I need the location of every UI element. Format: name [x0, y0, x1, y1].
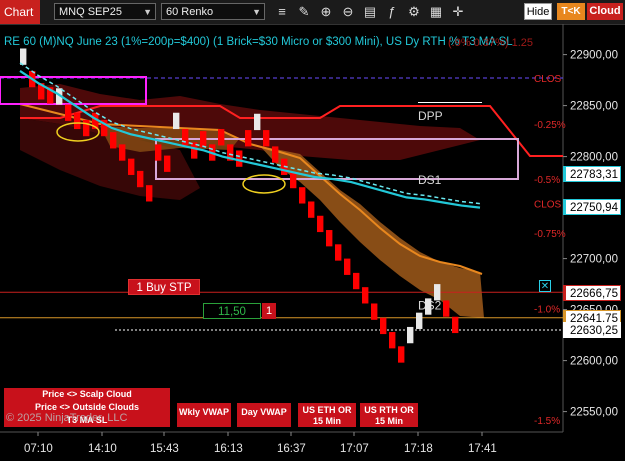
renko-brick	[425, 298, 432, 315]
x-tick-label: 17:18	[404, 443, 433, 455]
renko-brick	[326, 230, 333, 247]
renko-brick	[254, 113, 261, 131]
renko-brick	[182, 129, 189, 146]
renko-brick	[308, 201, 315, 218]
renko-brick	[128, 158, 135, 175]
x-tick-label: 17:41	[468, 443, 497, 455]
level-label: -0.25%	[534, 120, 566, 131]
level-label: -0.75%	[534, 229, 566, 240]
renko-brick	[137, 170, 144, 188]
renko-brick	[452, 316, 459, 334]
price-tag: 22750,94	[563, 198, 621, 215]
order-buy-stop-label[interactable]: 1 Buy STP	[128, 279, 200, 295]
y-tick-label: 22550,00	[570, 407, 618, 419]
price-tag: 22666,75	[563, 284, 621, 301]
level-label: -0.5%	[534, 175, 560, 186]
y-tick-label: 22900,00	[570, 50, 618, 62]
renko-brick	[20, 48, 27, 65]
wkly-vwap-button[interactable]: Wkly VWAP	[177, 403, 231, 427]
renko-brick	[119, 144, 126, 161]
order-close-icon[interactable]: ✕	[539, 280, 551, 292]
renko-brick	[245, 130, 252, 147]
renko-brick	[353, 272, 360, 290]
renko-brick	[371, 303, 378, 320]
x-tick-label: 17:07	[340, 443, 369, 455]
y-tick-label: 22800,00	[570, 152, 618, 164]
renko-brick	[299, 187, 306, 204]
us-rth-or-button[interactable]: US RTH OR 15 Min	[360, 403, 418, 427]
level-labels: CLOS -0.25% -0.5% CLOS -0.75% -1.0% -1.5%	[534, 74, 566, 427]
renko-brick	[407, 326, 414, 344]
renko-brick	[155, 144, 162, 161]
x-axis-ticks: 07:10 14:10 15:43 16:13 16:37 17:07 17:18 17:41	[24, 432, 497, 455]
renko-brick	[380, 317, 387, 335]
renko-brick	[236, 150, 243, 167]
renko-brick	[200, 131, 207, 148]
renko-brick	[74, 112, 81, 130]
level-label: -1.0%	[534, 305, 560, 316]
y-tick-label: 22700,00	[570, 254, 618, 266]
renko-brick	[173, 112, 180, 130]
signal-highlight	[242, 174, 286, 194]
copyright: © 2025 NinjaTrader, LLC	[6, 412, 128, 424]
level-label: CLOS	[534, 200, 562, 211]
zone-label-ds1: DS1	[418, 173, 442, 187]
renko-brick	[416, 312, 423, 329]
renko-brick	[335, 244, 342, 261]
renko-brick	[146, 185, 153, 202]
renko-brick	[218, 129, 225, 146]
x-tick-label: 16:37	[277, 443, 306, 455]
x-tick-label: 14:10	[88, 443, 117, 455]
y-tick-label: 22850,00	[570, 101, 618, 113]
renko-brick	[164, 155, 171, 172]
y-tick-label: 22600,00	[570, 356, 618, 368]
us-eth-or-button[interactable]: US ETH OR 15 Min	[298, 403, 356, 427]
renko-brick	[65, 104, 72, 121]
renko-brick	[344, 258, 351, 275]
x-tick-label: 07:10	[24, 443, 53, 455]
x-tick-label: 16:13	[214, 443, 243, 455]
renko-brick	[83, 119, 90, 137]
chart-title: RE 60 (M)NQ June 23 (1%=200p=$400) (1 Br…	[4, 36, 513, 48]
renko-brick	[263, 130, 270, 147]
price-tag: 22783,31	[563, 165, 621, 182]
zone-label-dpp: DPP	[418, 109, 443, 123]
renko-brick	[389, 332, 396, 349]
renko-brick	[290, 171, 297, 189]
cloud-layer	[20, 84, 484, 318]
chart-title-overlay: (.9% 0.37%) 1.25	[448, 37, 533, 49]
order-price-field[interactable]: 11,50	[203, 303, 261, 319]
order-quantity-field[interactable]: 1	[262, 303, 276, 319]
renko-brick	[110, 132, 117, 149]
renko-brick	[398, 346, 405, 363]
level-label: CLOS	[534, 74, 562, 85]
x-tick-label: 15:43	[150, 443, 179, 455]
renko-brick	[272, 146, 279, 163]
renko-brick	[362, 287, 369, 304]
renko-brick	[443, 300, 450, 317]
price-tag: 22630,25	[563, 321, 621, 338]
renko-brick	[317, 215, 324, 233]
renko-brick	[434, 284, 441, 301]
level-label: -1.5%	[534, 416, 560, 427]
day-vwap-button[interactable]: Day VWAP	[237, 403, 291, 427]
scalp-cloud-button[interactable]: Price <> Scalp Cloud	[4, 388, 170, 401]
y-axis-ticks: 22900,0022850,0022800,0022750,0022700,00…	[563, 50, 618, 419]
